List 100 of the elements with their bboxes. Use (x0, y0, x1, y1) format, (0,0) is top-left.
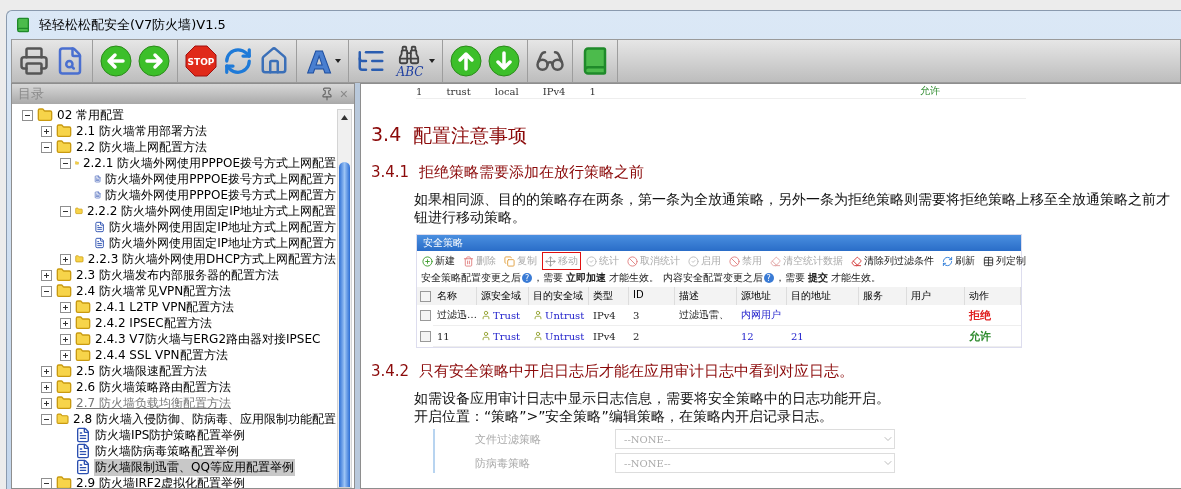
tree-item[interactable]: 2.6 防火墙策略路由配置方法 (75, 378, 232, 396)
zone-name: Untrust (545, 330, 585, 342)
scrollbar[interactable] (337, 109, 352, 488)
table-cell: 过滤迅雷、 (675, 305, 737, 326)
expand-toggle[interactable] (60, 333, 71, 345)
folder-icon (56, 379, 72, 395)
column-header: 用户 (907, 287, 965, 305)
collapse-toggle[interactable] (41, 413, 52, 425)
document-icon (94, 219, 106, 235)
scroll-up-arrow-icon[interactable] (341, 114, 348, 120)
back-button[interactable] (100, 43, 132, 79)
collapse-toggle[interactable] (41, 477, 52, 488)
table-row-snippet: 1 trust local IPv4 1 允许 (416, 84, 1026, 99)
expand-toggle[interactable] (60, 301, 71, 313)
font-icon: A (304, 45, 334, 77)
zone-name: Trust (493, 330, 521, 342)
table-cell: 内网用户 (737, 305, 787, 326)
user-icon (533, 310, 543, 320)
table-cell: 3 (629, 305, 675, 326)
table-cell: 11 (433, 326, 477, 347)
stop-button[interactable]: STOP (185, 43, 217, 79)
forward-button[interactable] (138, 43, 170, 79)
column-header: 类型 (589, 287, 629, 305)
tree-item[interactable]: 2.4 防火墙常见VPN配置方法 (75, 282, 233, 300)
collapse-toggle[interactable] (22, 109, 33, 121)
row-checkbox[interactable] (419, 330, 431, 342)
zone-name: Untrust (545, 309, 585, 321)
folder-icon (56, 283, 72, 299)
column-header: 目的地址 (787, 287, 859, 305)
pin-icon[interactable] (319, 87, 334, 101)
tree-item[interactable]: 2.2.2 防火墙外网使用固定IP地址方式上网配置 (85, 202, 337, 220)
tree-item[interactable]: 2.8 防火墙入侵防御、防病毒、应用限制功能配置 (72, 410, 337, 428)
document-icon (75, 459, 91, 475)
tree-item[interactable]: 2.4.4 SSL VPN配置方法 (94, 346, 229, 364)
trash-icon (463, 255, 474, 267)
eraser-icon (770, 255, 781, 267)
collapse-toggle[interactable] (41, 285, 52, 297)
window-title: 轻轻松松配安全(V7防火墙)V1.5 (39, 16, 226, 34)
user-icon (481, 331, 491, 341)
tree-item[interactable]: 2.7 防火墙负载均衡配置方法 (75, 394, 232, 412)
expand-toggle[interactable] (60, 349, 71, 361)
row-checkbox[interactable] (419, 309, 431, 321)
tree-item[interactable]: 2.4.1 L2TP VPN配置方法 (94, 298, 236, 316)
find-button[interactable]: ABC (392, 43, 435, 79)
action-button[interactable]: 刷新 (939, 252, 978, 270)
expand-toggle[interactable] (41, 269, 52, 281)
home-icon (259, 46, 289, 76)
header-checkbox[interactable] (419, 290, 431, 302)
tree-item[interactable]: 2.1 防火墙常用部署方法 (75, 122, 208, 140)
tree-item[interactable]: 防火墙外网使用固定IP地址方式上网配置方 (108, 218, 337, 236)
action-label: 允许 (969, 328, 991, 344)
collapse-toggle[interactable] (60, 205, 71, 217)
tree-item[interactable]: 防火墙外网使用PPPOE拨号方式上网配置方 (104, 170, 337, 188)
folder-icon (75, 299, 91, 315)
notice-text: 安全策略配置变更之后 ? ，需要 立即加速 才能生效。 内容安全配置变更之后 ? ，需要 提交 才能生效。 (420, 271, 882, 285)
subsection-heading: 3.4.1 拒绝策略需要添加在放行策略之前 (371, 163, 646, 182)
tree-item[interactable]: 防火墙防病毒策略配置举例 (94, 442, 240, 460)
eraser-icon (851, 255, 862, 267)
expand-toggle[interactable] (41, 381, 52, 393)
previous-button[interactable] (450, 43, 482, 79)
expand-toggle[interactable] (60, 253, 71, 265)
tree-item[interactable]: 防火墙限制迅雷、QQ等应用配置举例 (94, 458, 295, 476)
action-button[interactable]: 列定制 (980, 252, 1029, 270)
tree-item[interactable]: 防火墙IPS防护策略配置举例 (94, 426, 247, 444)
table-cell: 2 (629, 326, 675, 347)
document-icon (94, 235, 106, 251)
tree-item[interactable]: 2.2 防火墙上网配置方法 (75, 138, 208, 156)
collapse-toggle[interactable] (60, 157, 71, 169)
column-header: 描述 (675, 287, 737, 305)
collapse-toggle[interactable] (41, 141, 52, 153)
printer-icon (19, 46, 49, 76)
next-button[interactable] (488, 43, 520, 79)
tree-item[interactable]: 2.9 防火墙IRF2虚拟化配置举例 (75, 474, 247, 488)
folder-icon (75, 331, 91, 347)
tree-item[interactable]: 02 常用配置 (56, 107, 126, 124)
folder-icon (56, 475, 72, 488)
tree-item[interactable]: 2.2.3 防火墙外网使用DHCP方式上网配置方法 (86, 250, 337, 268)
expand-toggle[interactable] (60, 317, 71, 329)
tree-item[interactable]: 防火墙外网使用固定IP地址方式上网配置方 (108, 234, 337, 252)
folder-icon (56, 363, 72, 379)
column-header: ID (629, 287, 675, 305)
table-icon (983, 255, 994, 267)
tree-item[interactable]: 2.3 防火墙发布内部服务器的配置方法 (75, 266, 280, 284)
tree-item[interactable]: 2.5 防火墙限速配置方法 (75, 362, 208, 380)
folder-icon (56, 267, 72, 283)
table-cell: 过滤迅… (433, 305, 477, 326)
folder-icon (75, 315, 91, 331)
expand-toggle[interactable] (41, 125, 52, 137)
field-label: 文件过滤策略 (475, 431, 542, 447)
tree-item[interactable]: 防火墙外网使用PPPOE拨号方式上网配置方 (104, 186, 337, 204)
action-button[interactable]: 清除列过滤条件 (848, 252, 937, 270)
tree-item[interactable]: 2.4.3 V7防火墙与ERG2路由器对接IPSEC (94, 330, 322, 348)
subsection-heading: 3.4.2 只有安全策略中开启日志后才能在应用审计日志中看到对应日志。 (371, 362, 856, 381)
tree-item[interactable]: 2.4.2 IPSEC配置方法 (94, 314, 213, 332)
expand-toggle[interactable] (41, 397, 52, 409)
tree-item[interactable]: 2.2.1 防火墙外网使用PPPOE拨号方式上网配置 (81, 154, 337, 172)
ban-icon (729, 255, 740, 267)
action-button[interactable]: 新建 (419, 252, 458, 270)
folder-icon (56, 395, 72, 411)
expand-toggle[interactable] (41, 365, 52, 377)
